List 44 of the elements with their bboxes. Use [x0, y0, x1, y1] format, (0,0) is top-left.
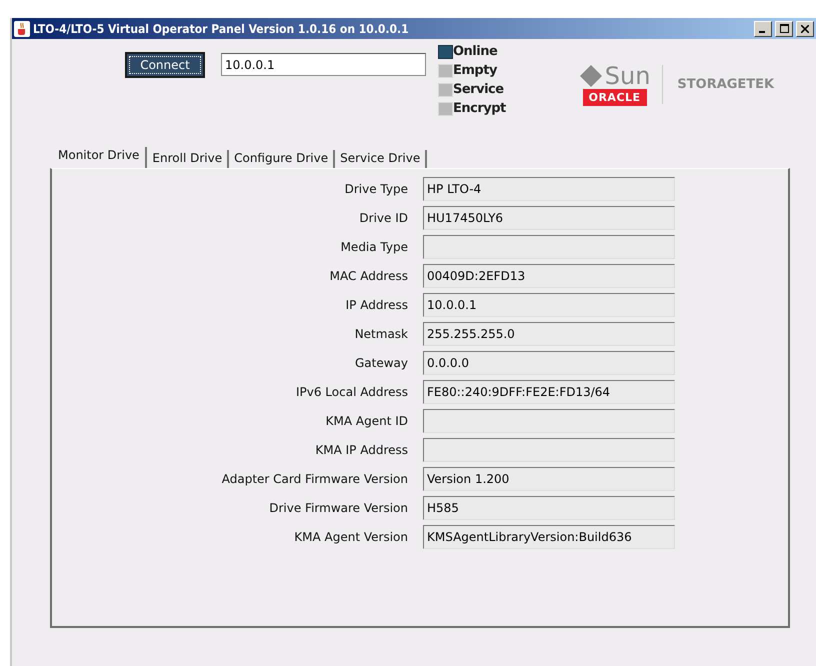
field-label: MAC Address	[328, 269, 408, 283]
value-field[interactable]	[423, 409, 675, 433]
field-label: Netmask	[354, 327, 408, 341]
sun-logo-text: Sun	[604, 63, 650, 89]
connect-button[interactable]: Connect	[125, 52, 205, 78]
value-field[interactable]: KMSAgentLibraryVersion:Build636	[423, 525, 675, 549]
value-field[interactable]: 0.0.0.0	[423, 351, 675, 375]
status-label: Empty	[453, 63, 497, 78]
field-label: Gateway	[354, 356, 408, 370]
tab[interactable]: Configure Drive	[229, 150, 336, 169]
field-label: IP Address	[344, 298, 408, 312]
field-label: Drive ID	[358, 211, 408, 225]
field-label: Drive Firmware Version	[268, 501, 408, 515]
field-label: Drive Type	[344, 182, 408, 196]
value-field[interactable]: FE80::240:9DFF:FE2E:FD13/64	[423, 380, 675, 404]
value-field[interactable]: 10.0.0.1	[423, 293, 675, 317]
value-field[interactable]: 255.255.255.0	[423, 322, 675, 346]
value-field[interactable]: 00409D:2EFD13	[423, 264, 675, 288]
maximize-icon[interactable]	[775, 20, 793, 36]
status-label: Online	[453, 44, 498, 59]
value-field[interactable]: HU17450LY6	[423, 206, 675, 230]
field-label: KMA Agent Version	[293, 530, 408, 544]
close-icon[interactable]	[796, 20, 814, 36]
value-field[interactable]	[423, 438, 675, 462]
brand-name: STORAGETEK	[662, 65, 774, 104]
coffee-cup-icon	[14, 20, 30, 36]
window-title: LTO-4/LTO-5 Virtual Operator Panel Version 1.0.16 on 10.0.0.1	[33, 22, 410, 36]
value-field[interactable]: H585	[423, 496, 675, 520]
tab[interactable]: Enroll Drive	[147, 150, 230, 169]
sun-logo-icon	[578, 64, 603, 88]
field-label: IPv6 Local Address	[294, 385, 408, 399]
address-field[interactable]: 10.0.0.1	[221, 53, 426, 76]
value-field[interactable]: Version 1.200	[423, 467, 675, 491]
status-label: Service	[453, 82, 504, 97]
tab[interactable]: Service Drive	[335, 150, 428, 169]
field-label: Media Type	[340, 240, 408, 254]
value-field[interactable]: HP LTO-4	[423, 177, 675, 201]
status-label: Encrypt	[453, 101, 506, 116]
field-label: KMA IP Address	[314, 443, 408, 457]
oracle-logo: ORACLE	[582, 89, 647, 106]
field-label: KMA Agent ID	[324, 414, 408, 428]
minimize-icon[interactable]	[754, 20, 772, 36]
value-field[interactable]	[423, 235, 675, 259]
field-label: Adapter Card Firmware Version	[220, 472, 408, 486]
